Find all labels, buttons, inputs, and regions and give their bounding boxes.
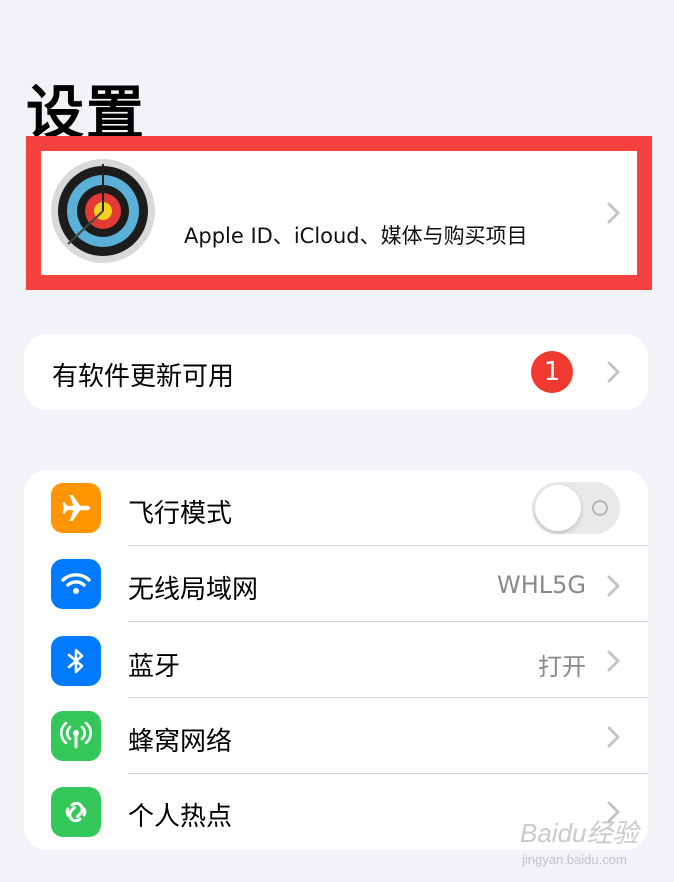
watermark-text: Baidu经验 [520, 818, 641, 848]
software-update-label: 有软件更新可用 [52, 362, 235, 392]
settings-screen: 设置 Apple ID、iCloud、媒体与购买项目 有软件更新可用 1 飞行模… [0, 0, 674, 882]
airplane-mode-toggle[interactable] [532, 482, 620, 534]
page-title: 设置 [26, 79, 147, 147]
watermark-sub: jingyan.baidu.com [521, 852, 627, 867]
bluetooth-row[interactable] [24, 623, 648, 697]
update-badge: 1 [531, 351, 573, 393]
toggle-off-indicator [592, 500, 608, 516]
divider [128, 621, 648, 622]
wifi-row[interactable] [24, 547, 648, 621]
chevron-right-icon [606, 201, 622, 225]
divider [128, 545, 648, 546]
airplane-icon [51, 483, 101, 533]
chevron-right-icon [606, 360, 622, 384]
baidu-watermark: Baidu经验 jingyan.baidu.com [518, 806, 648, 872]
cellular-row[interactable] [24, 699, 648, 773]
avatar [50, 158, 156, 264]
apple-id-subtitle: Apple ID、iCloud、媒体与购买项目 [184, 224, 528, 248]
airplane-mode-label: 飞行模式 [128, 499, 233, 529]
toggle-knob [535, 485, 581, 531]
divider [128, 773, 648, 774]
divider [128, 697, 648, 698]
